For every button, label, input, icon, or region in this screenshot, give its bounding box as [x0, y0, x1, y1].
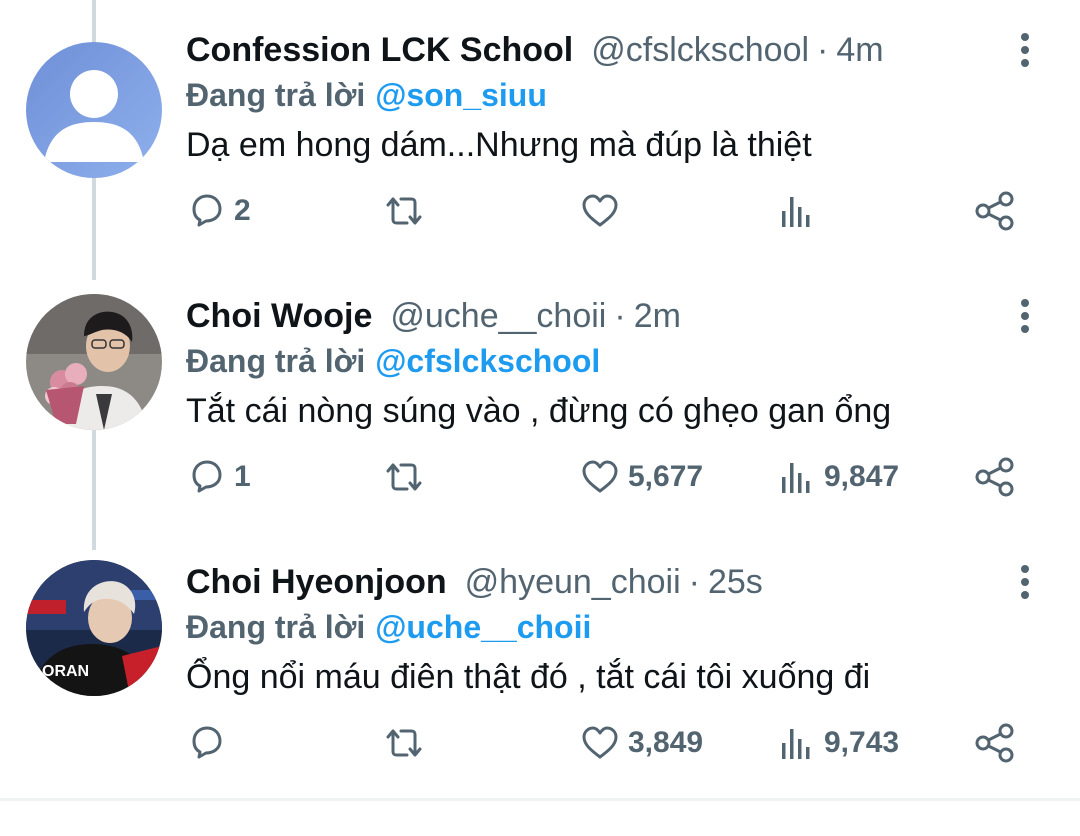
tweet-header: Choi Wooje @uche__choii · 2m: [186, 294, 681, 338]
profile-photo: ORAN: [26, 560, 162, 696]
action-bar: 3,849 9,743: [0, 718, 1080, 768]
tweet[interactable]: Choi Wooje @uche__choii · 2m Đang trả lờ…: [0, 294, 1080, 514]
reply-icon: [192, 460, 222, 493]
author-name[interactable]: Choi Wooje: [186, 297, 372, 336]
reply-button[interactable]: [186, 718, 234, 768]
timestamp[interactable]: 4m: [836, 31, 883, 70]
mention-link[interactable]: @cfslckschool: [375, 343, 600, 380]
replying-to: Đang trả lời @cfslckschool: [186, 338, 600, 384]
like-button[interactable]: 3,849: [580, 718, 703, 768]
share-icon: [975, 723, 1014, 763]
tweet-text: Ổng nổi máu điên thật đó , tắt cái tôi x…: [186, 657, 871, 696]
divider: [0, 798, 1080, 801]
avatar[interactable]: [26, 42, 162, 178]
share-icon: [975, 457, 1014, 497]
timestamp[interactable]: 2m: [634, 297, 681, 336]
reply-prefix: Đang trả lời: [186, 76, 366, 113]
like-count: 3,849: [628, 726, 704, 759]
like-button[interactable]: [580, 186, 628, 236]
reply-count: 2: [234, 194, 251, 227]
replying-to: Đang trả lời @uche__choii: [186, 604, 591, 650]
retweet-icon: [386, 197, 422, 225]
separator: ·: [614, 296, 626, 335]
retweet-icon: [386, 729, 422, 757]
timestamp[interactable]: 25s: [708, 563, 763, 602]
share-button[interactable]: [974, 452, 1016, 502]
separator: ·: [817, 30, 829, 69]
tweet-text: Dạ em hong dám...Nhưng mà đúp là thiệt: [186, 125, 812, 164]
reply-button[interactable]: 2: [186, 186, 251, 236]
mention-link[interactable]: @son_siuu: [375, 77, 547, 114]
more-icon[interactable]: [1010, 560, 1040, 604]
like-icon: [582, 194, 618, 227]
more-icon[interactable]: [1010, 294, 1040, 338]
author-name[interactable]: Confession LCK School: [186, 31, 573, 70]
share-icon: [975, 191, 1014, 231]
share-button[interactable]: [974, 186, 1016, 236]
reply-prefix: Đang trả lời: [186, 608, 366, 645]
views-icon: [782, 729, 810, 759]
view-count: 9,847: [824, 460, 900, 493]
profile-photo: [26, 294, 162, 430]
views-button[interactable]: [780, 186, 824, 236]
author-handle[interactable]: @cfslckschool: [591, 31, 809, 70]
retweet-button[interactable]: [382, 452, 434, 502]
retweet-icon: [386, 463, 422, 491]
separator: ·: [688, 562, 700, 601]
author-name[interactable]: Choi Hyeonjoon: [186, 563, 447, 602]
like-icon: [582, 726, 618, 759]
more-icon[interactable]: [1010, 28, 1040, 72]
tweet-header: Choi Hyeonjoon @hyeun_choii · 25s: [186, 560, 763, 604]
jersey-text: ORAN: [42, 663, 89, 680]
views-icon: [782, 463, 810, 493]
action-bar: 2: [0, 186, 1080, 236]
tweet-header: Confession LCK School @cfslckschool · 4m: [186, 28, 884, 72]
reply-count: 1: [234, 460, 251, 493]
views-button[interactable]: 9,847: [780, 452, 899, 502]
avatar[interactable]: [26, 294, 162, 430]
author-handle[interactable]: @uche__choii: [390, 297, 606, 336]
retweet-button[interactable]: [382, 718, 434, 768]
reply-prefix: Đang trả lời: [186, 342, 366, 379]
author-handle[interactable]: @hyeun_choii: [465, 563, 681, 602]
view-count: 9,743: [824, 726, 900, 759]
reply-icon: [192, 194, 222, 227]
mention-link[interactable]: @uche__choii: [375, 609, 591, 646]
avatar[interactable]: ORAN: [26, 560, 162, 696]
action-bar: 1 5,677 9,847: [0, 452, 1080, 502]
like-icon: [582, 460, 618, 493]
replying-to: Đang trả lời @son_siuu: [186, 72, 547, 118]
tweet[interactable]: Confession LCK School @cfslckschool · 4m…: [0, 28, 1080, 248]
reply-icon: [192, 726, 222, 759]
tweet[interactable]: ORAN Choi Hyeonjoon @hyeun_choii · 25s Đ…: [0, 560, 1080, 780]
views-icon: [782, 197, 810, 227]
like-count: 5,677: [628, 460, 704, 493]
like-button[interactable]: 5,677: [580, 452, 703, 502]
reply-button[interactable]: 1: [186, 452, 251, 502]
default-avatar-icon: [26, 42, 162, 178]
retweet-button[interactable]: [382, 186, 434, 236]
tweet-text: Tắt cái nòng súng vào , đừng có ghẹo gan…: [186, 391, 892, 430]
share-button[interactable]: [974, 718, 1016, 768]
views-button[interactable]: 9,743: [780, 718, 899, 768]
